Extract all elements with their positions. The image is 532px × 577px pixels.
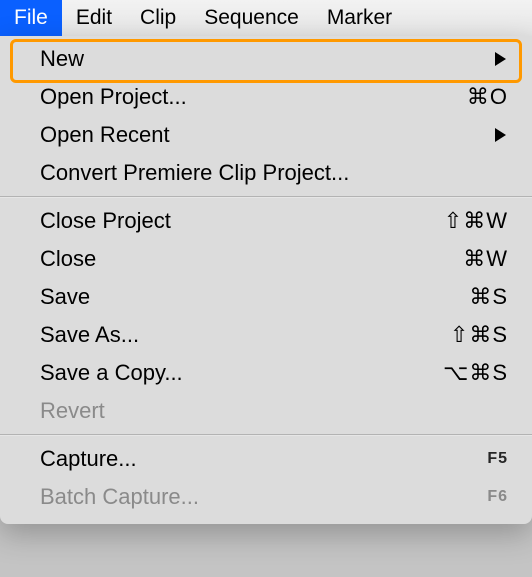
menu-item-save-a-copy[interactable]: Save a Copy... ⌥⌘S: [0, 354, 532, 392]
menu-item-label: Save a Copy...: [40, 360, 443, 386]
menubar-item-sequence[interactable]: Sequence: [190, 0, 313, 36]
menu-item-shortcut: ⌘S: [469, 284, 508, 310]
menu-item-shortcut: ⇧⌘W: [444, 208, 508, 234]
menu-item-save-as[interactable]: Save As... ⇧⌘S: [0, 316, 532, 354]
menubar-item-edit[interactable]: Edit: [62, 0, 126, 36]
menubar-label: File: [14, 6, 48, 30]
menubar-label: Marker: [327, 6, 392, 30]
menu-item-shortcut: F5: [487, 450, 508, 468]
menu-separator: [0, 434, 532, 436]
menu-item-batch-capture: Batch Capture... F6: [0, 478, 532, 516]
menubar-item-marker[interactable]: Marker: [313, 0, 406, 36]
file-menu-dropdown: New Open Project... ⌘O Open Recent Conve…: [0, 36, 532, 524]
menu-item-shortcut: F6: [487, 488, 508, 506]
menu-item-label: Convert Premiere Clip Project...: [40, 160, 508, 186]
menu-item-label: Open Project...: [40, 84, 467, 110]
menu-item-open-project[interactable]: Open Project... ⌘O: [0, 78, 532, 116]
menu-item-convert-premiere-clip[interactable]: Convert Premiere Clip Project...: [0, 154, 532, 192]
menu-item-label: Close Project: [40, 208, 444, 234]
menu-item-close[interactable]: Close ⌘W: [0, 240, 532, 278]
menu-item-label: Open Recent: [40, 122, 487, 148]
menubar-label: Sequence: [204, 6, 299, 30]
menu-item-save[interactable]: Save ⌘S: [0, 278, 532, 316]
menu-separator: [0, 196, 532, 198]
menubar-item-clip[interactable]: Clip: [126, 0, 190, 36]
menu-item-label: Batch Capture...: [40, 484, 487, 510]
menu-item-shortcut: ⇧⌘S: [450, 322, 508, 348]
menu-item-new[interactable]: New: [0, 40, 532, 78]
menu-item-label: Capture...: [40, 446, 487, 472]
menu-item-label: Close: [40, 246, 463, 272]
menubar: File Edit Clip Sequence Marker: [0, 0, 532, 36]
menu-item-revert: Revert: [0, 392, 532, 430]
menu-item-label: Revert: [40, 398, 508, 424]
chevron-right-icon: [495, 52, 506, 66]
menu-item-open-recent[interactable]: Open Recent: [0, 116, 532, 154]
menu-item-label: New: [40, 46, 487, 72]
menu-item-shortcut: ⌥⌘S: [443, 360, 508, 386]
menu-item-close-project[interactable]: Close Project ⇧⌘W: [0, 202, 532, 240]
menu-item-shortcut: ⌘O: [467, 84, 508, 110]
menu-item-label: Save: [40, 284, 469, 310]
menu-item-label: Save As...: [40, 322, 450, 348]
chevron-right-icon: [495, 128, 506, 142]
menu-item-capture[interactable]: Capture... F5: [0, 440, 532, 478]
menubar-label: Clip: [140, 6, 176, 30]
menubar-label: Edit: [76, 6, 112, 30]
menubar-item-file[interactable]: File: [0, 0, 62, 36]
menu-item-shortcut: ⌘W: [463, 246, 508, 272]
